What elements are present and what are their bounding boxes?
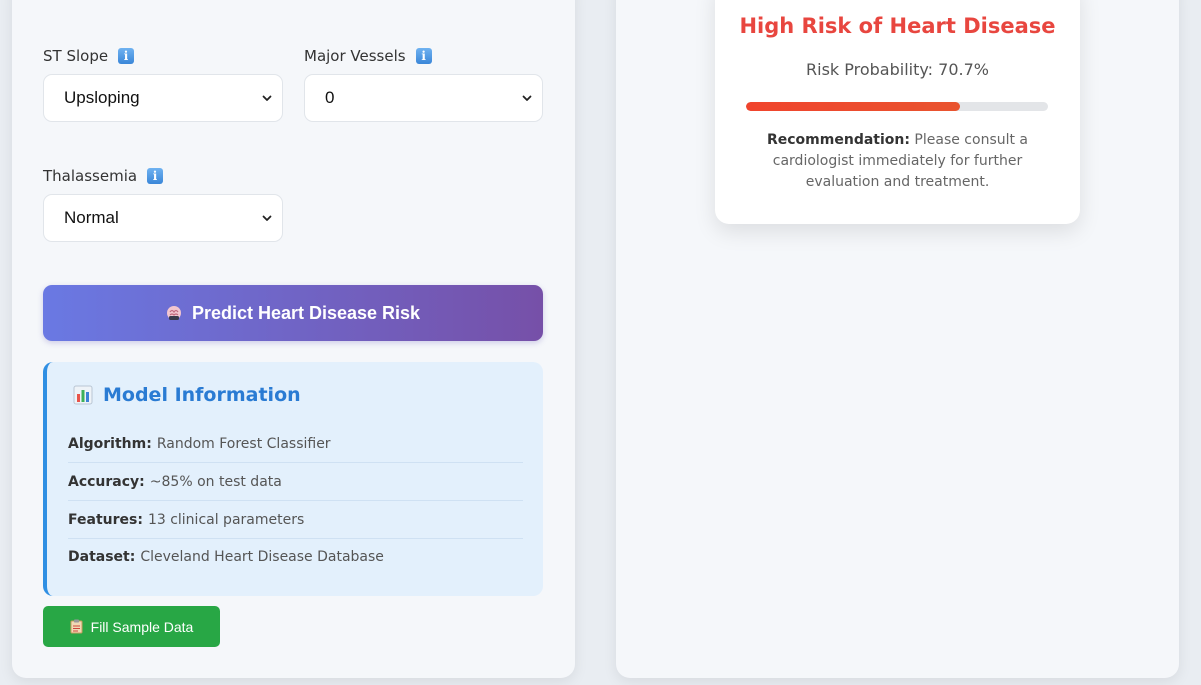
thalassemia-value: Normal bbox=[64, 208, 119, 227]
recommendation: Recommendation: Please consult a cardiol… bbox=[765, 130, 1030, 193]
model-info-row: Dataset: Cleveland Heart Disease Databas… bbox=[68, 538, 523, 576]
major-vessels-label: Major Vessels i bbox=[304, 47, 432, 65]
risk-result-title: High Risk of Heart Disease bbox=[739, 14, 1056, 38]
model-info-row: Features: 13 clinical parameters bbox=[68, 501, 523, 539]
model-info-key: Features: bbox=[68, 511, 143, 528]
clipboard-icon bbox=[70, 619, 83, 634]
info-icon[interactable]: i bbox=[415, 48, 432, 64]
risk-progress-fill bbox=[746, 102, 960, 111]
predict-button-label: Predict Heart Disease Risk bbox=[191, 302, 421, 323]
bar-chart-icon bbox=[73, 385, 93, 405]
model-info-row: Algorithm: Random Forest Classifier bbox=[68, 425, 523, 463]
recommendation-label: Recommendation: bbox=[766, 132, 910, 148]
model-info-row: Accuracy: ~85% on test data bbox=[68, 463, 523, 501]
model-info-box: Model Information Algorithm: Random Fore… bbox=[43, 362, 543, 596]
chevron-down-icon bbox=[262, 95, 272, 101]
model-info-value: Cleveland Heart Disease Database bbox=[140, 549, 384, 565]
st-slope-select[interactable]: Upsloping bbox=[43, 74, 283, 122]
st-slope-label-text: ST Slope bbox=[43, 47, 109, 65]
chevron-down-icon bbox=[522, 95, 532, 101]
model-info-key: Dataset: bbox=[68, 549, 136, 565]
st-slope-value: Upsloping bbox=[64, 88, 140, 107]
fill-sample-data-button[interactable]: Fill Sample Data bbox=[43, 606, 220, 647]
chevron-down-icon bbox=[262, 215, 272, 221]
major-vessels-value: 0 bbox=[325, 88, 335, 107]
info-icon[interactable]: i bbox=[118, 48, 135, 64]
model-info-key: Accuracy: bbox=[68, 473, 145, 490]
info-icon[interactable]: i bbox=[147, 168, 164, 184]
model-info-key: Algorithm: bbox=[68, 435, 152, 452]
result-card: High Risk of Heart Disease Risk Probabil… bbox=[715, 0, 1080, 224]
brain-icon bbox=[166, 306, 181, 320]
thalassemia-label: Thalassemia i bbox=[43, 167, 164, 185]
major-vessels-select[interactable]: 0 bbox=[304, 74, 543, 122]
model-info-value: Random Forest Classifier bbox=[156, 435, 331, 452]
st-slope-label: ST Slope i bbox=[43, 47, 135, 65]
risk-probability: Risk Probability: 70.7% bbox=[806, 60, 989, 79]
thalassemia-label-text: Thalassemia bbox=[43, 167, 138, 185]
model-info-title-text: Model Information bbox=[103, 384, 301, 406]
risk-progress-bar bbox=[746, 102, 1048, 111]
major-vessels-label-text: Major Vessels bbox=[304, 47, 406, 65]
model-info-value: 13 clinical parameters bbox=[147, 511, 305, 528]
predict-button[interactable]: Predict Heart Disease Risk bbox=[43, 285, 543, 341]
model-info-title: Model Information bbox=[73, 384, 301, 406]
model-info-value: ~85% on test data bbox=[149, 473, 282, 490]
fill-sample-data-label: Fill Sample Data bbox=[90, 618, 194, 635]
thalassemia-select[interactable]: Normal bbox=[43, 194, 283, 242]
